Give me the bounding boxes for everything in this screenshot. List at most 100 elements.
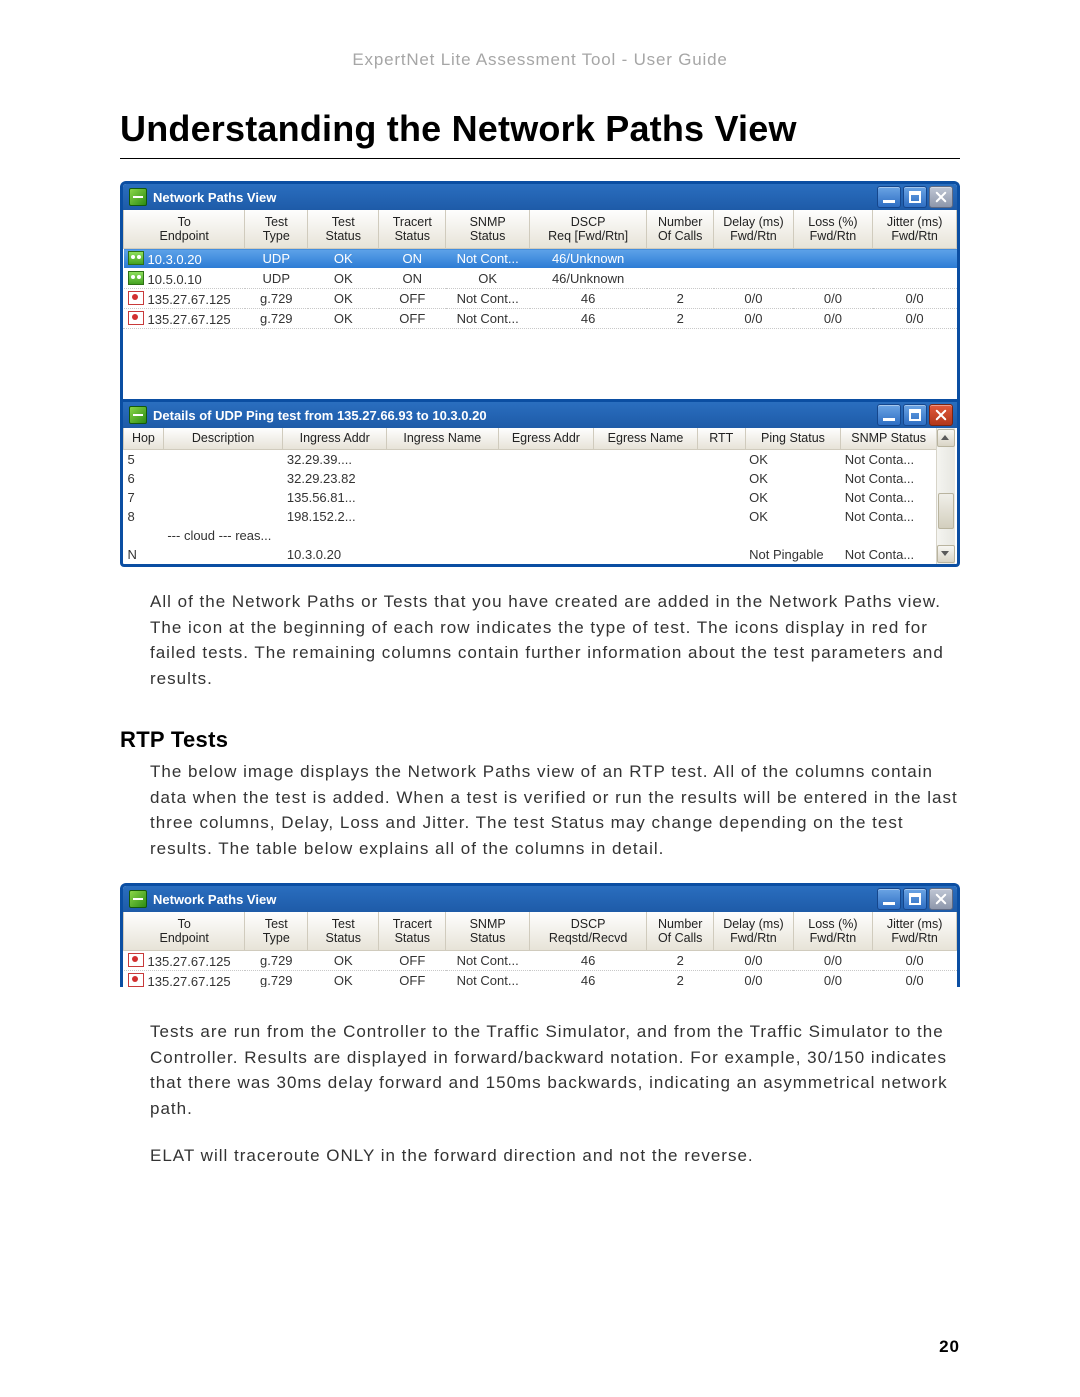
cell: 6	[124, 469, 164, 488]
close-button[interactable]	[929, 404, 953, 426]
col-dscp[interactable]: DSCPReqstd/Recvd	[530, 912, 647, 951]
table-row[interactable]: 532.29.39....OKNot Conta...	[124, 450, 937, 470]
col-ncalls[interactable]: NumberOf Calls	[647, 912, 714, 951]
col-type[interactable]: TestType	[245, 912, 308, 951]
col-status[interactable]: TestStatus	[308, 210, 379, 249]
titlebar[interactable]: Network Paths View	[123, 886, 957, 912]
cell: g.729	[245, 289, 308, 309]
col-type[interactable]: TestType	[245, 210, 308, 249]
col-ncalls[interactable]: NumberOf Calls	[647, 210, 714, 249]
page-title: Understanding the Network Paths View	[120, 108, 960, 150]
col-tracert[interactable]: TracertStatus	[379, 210, 446, 249]
rtp-icon	[128, 291, 144, 305]
col-inname[interactable]: Ingress Name	[387, 428, 499, 450]
cell	[745, 526, 841, 545]
close-button[interactable]	[929, 888, 953, 910]
cell: 0/0	[873, 951, 957, 971]
scroll-down-button[interactable]	[937, 545, 955, 563]
col-ename[interactable]: Egress Name	[594, 428, 698, 450]
network-paths-table[interactable]: ToEndpoint TestType TestStatus TracertSt…	[123, 210, 957, 328]
paragraph: The below image displays the Network Pat…	[150, 759, 960, 861]
maximize-button[interactable]	[903, 186, 927, 208]
paragraph: ELAT will traceroute ONLY in the forward…	[150, 1143, 960, 1169]
col-tracert[interactable]: TracertStatus	[379, 912, 446, 951]
cell	[498, 469, 594, 488]
cell: 32.29.23.82	[283, 469, 387, 488]
cell: --- cloud --- reas...	[163, 526, 283, 545]
table-row[interactable]: 135.27.67.125g.729OKOFFNot Cont...4620/0…	[124, 309, 957, 329]
titlebar[interactable]: Details of UDP Ping test from 135.27.66.…	[123, 402, 957, 428]
table-row[interactable]: 8198.152.2...OKNot Conta...	[124, 507, 937, 526]
cell: 135.27.67.125	[124, 309, 245, 329]
col-loss[interactable]: Loss (%)Fwd/Rtn	[793, 210, 873, 249]
cell: OK	[308, 309, 379, 329]
cell: ON	[379, 269, 446, 289]
maximize-button[interactable]	[903, 888, 927, 910]
cell: 10.3.0.20	[283, 545, 387, 564]
network-paths-window: Network Paths View ToEndpoint TestType T…	[120, 181, 960, 399]
cell	[594, 545, 698, 564]
table-row[interactable]: --- cloud --- reas...	[124, 526, 937, 545]
cell: OK	[446, 269, 530, 289]
col-hop[interactable]: Hop	[124, 428, 164, 450]
cell	[498, 488, 594, 507]
scroll-thumb[interactable]	[938, 493, 954, 529]
cell: 46/Unknown	[530, 249, 647, 269]
table-row[interactable]: 632.29.23.82OKNot Conta...	[124, 469, 937, 488]
cell: 2	[647, 289, 714, 309]
cell	[163, 469, 283, 488]
col-jitter[interactable]: Jitter (ms)Fwd/Rtn	[873, 912, 957, 951]
window-title: Network Paths View	[153, 892, 871, 907]
cell	[498, 545, 594, 564]
cell: Not Cont...	[446, 249, 530, 269]
col-loss[interactable]: Loss (%)Fwd/Rtn	[793, 912, 873, 951]
cell	[498, 507, 594, 526]
rtp-icon	[128, 953, 144, 967]
col-endpoint[interactable]: ToEndpoint	[124, 912, 245, 951]
table-row[interactable]: 135.27.67.125g.729OKOFFNot Cont...4620/0…	[124, 951, 957, 971]
minimize-button[interactable]	[877, 404, 901, 426]
col-eaddr[interactable]: Egress Addr	[498, 428, 594, 450]
cell: 2	[647, 951, 714, 971]
col-snmp[interactable]: SNMPStatus	[446, 912, 530, 951]
scroll-up-button[interactable]	[937, 429, 955, 447]
col-desc[interactable]: Description	[163, 428, 283, 450]
col-jitter[interactable]: Jitter (ms)Fwd/Rtn	[873, 210, 957, 249]
cell	[163, 488, 283, 507]
col-status[interactable]: TestStatus	[308, 912, 379, 951]
details-table[interactable]: Hop Description Ingress Addr Ingress Nam…	[123, 428, 937, 564]
col-inaddr[interactable]: Ingress Addr	[283, 428, 387, 450]
minimize-button[interactable]	[877, 186, 901, 208]
cell: 46	[530, 289, 647, 309]
col-ping[interactable]: Ping Status	[745, 428, 841, 450]
udp-icon	[128, 271, 144, 285]
col-snmp[interactable]: SNMP Status	[841, 428, 937, 450]
vertical-scrollbar[interactable]	[936, 428, 955, 564]
cell: OK	[308, 249, 379, 269]
cell: ON	[379, 249, 446, 269]
table-row[interactable]: 135.27.67.125g.729OKOFFNot Cont...4620/0…	[124, 289, 957, 309]
minimize-button[interactable]	[877, 888, 901, 910]
col-endpoint[interactable]: ToEndpoint	[124, 210, 245, 249]
window-title: Details of UDP Ping test from 135.27.66.…	[153, 408, 871, 423]
close-button[interactable]	[929, 186, 953, 208]
rtp-icon	[128, 973, 144, 987]
table-row[interactable]: 10.5.0.10UDPOKONOK46/Unknown	[124, 269, 957, 289]
cell: OK	[308, 951, 379, 971]
cell: 32.29.39....	[283, 450, 387, 470]
col-delay[interactable]: Delay (ms)Fwd/Rtn	[714, 210, 794, 249]
col-delay[interactable]: Delay (ms)Fwd/Rtn	[714, 912, 794, 951]
cell	[697, 526, 745, 545]
cell: 7	[124, 488, 164, 507]
col-dscp[interactable]: DSCPReq [Fwd/Rtn]	[530, 210, 647, 249]
titlebar[interactable]: Network Paths View	[123, 184, 957, 210]
cell: Not Conta...	[841, 469, 937, 488]
cell: 0/0	[714, 289, 794, 309]
table-row[interactable]: N10.3.0.20Not PingableNot Conta...	[124, 545, 937, 564]
rtp-table[interactable]: ToEndpoint TestType TestStatus TracertSt…	[123, 912, 957, 990]
col-rtt[interactable]: RTT	[697, 428, 745, 450]
maximize-button[interactable]	[903, 404, 927, 426]
col-snmp[interactable]: SNMPStatus	[446, 210, 530, 249]
table-row[interactable]: 7135.56.81...OKNot Conta...	[124, 488, 937, 507]
table-row[interactable]: 10.3.0.20UDPOKONNot Cont...46/Unknown	[124, 249, 957, 269]
